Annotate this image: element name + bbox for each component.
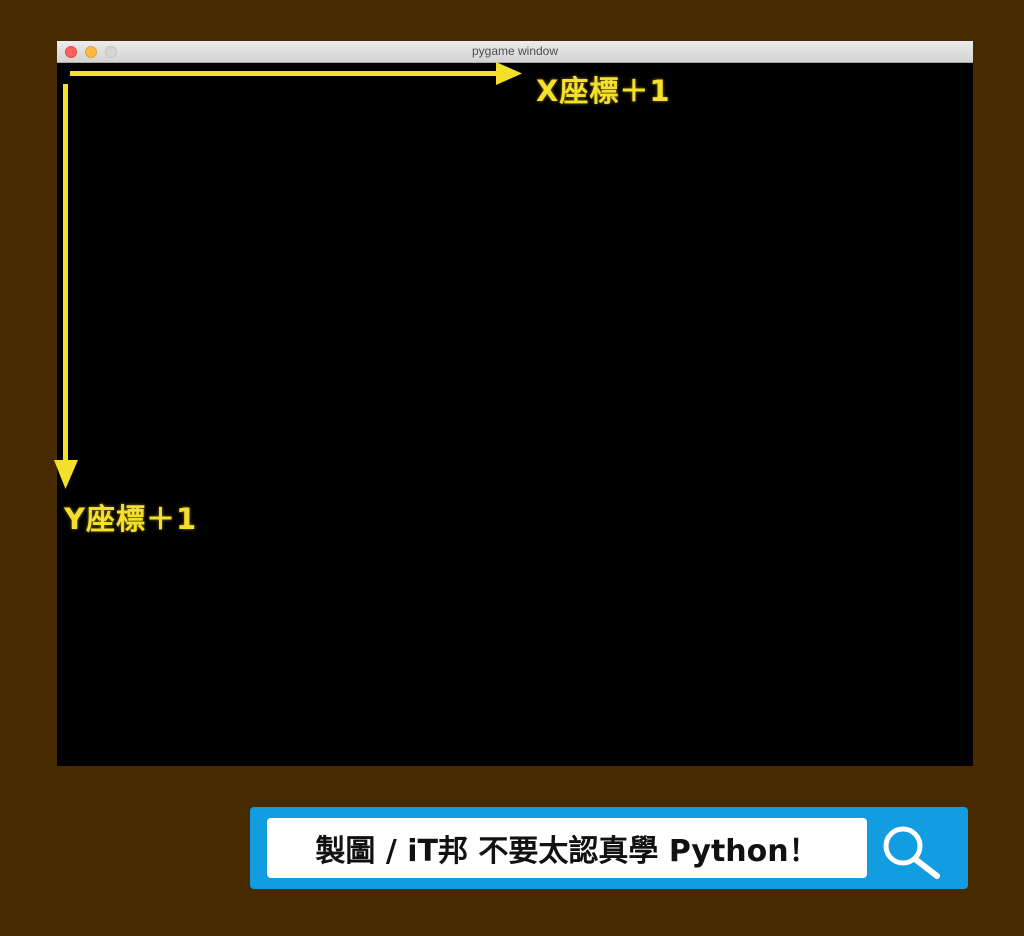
search-icon[interactable]: [874, 818, 950, 880]
y-axis-label: Y座標＋1: [64, 502, 198, 536]
x-axis-label: X座標＋1: [536, 74, 671, 108]
x-axis-arrow: [70, 62, 522, 85]
search-field[interactable]: 製圖 / iT邦 不要太認真學 Python！: [267, 818, 867, 878]
axis-arrows: [54, 62, 522, 489]
search-bar: 製圖 / iT邦 不要太認真學 Python！: [250, 807, 968, 889]
search-text: 製圖 / iT邦 不要太認真學 Python！: [315, 834, 819, 869]
y-axis-arrow: [54, 84, 78, 489]
